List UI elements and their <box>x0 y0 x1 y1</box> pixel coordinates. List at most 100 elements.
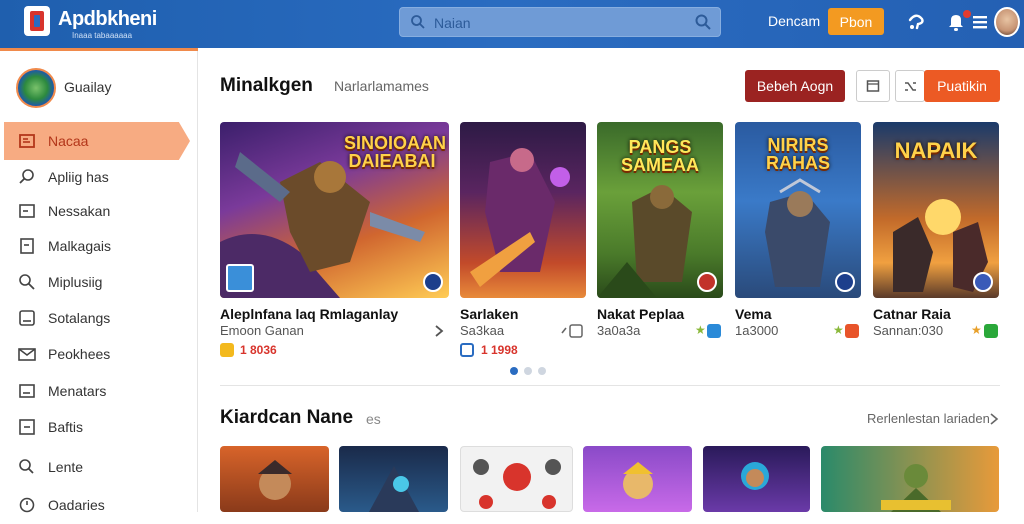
sidebar-item-label: Lente <box>48 459 84 475</box>
sidebar-item-news[interactable]: Nessakan <box>4 192 190 230</box>
sidebar-item-history[interactable]: Oadaries <box>4 486 190 524</box>
profile-name[interactable]: Guailay <box>64 79 111 95</box>
game-title[interactable]: Catnar Raia <box>873 306 951 322</box>
sidebar-item-lente[interactable]: Lente <box>4 448 190 486</box>
app-logo[interactable] <box>24 6 50 36</box>
game-card-art[interactable]: PANGS SAMEAA <box>597 122 723 298</box>
game-card-art[interactable]: NIRIRS RAHAS <box>735 122 861 298</box>
sidebar-item-label: Miplusiig <box>48 274 103 290</box>
game-price: 1 1998 <box>481 343 518 357</box>
game-price: 1 8036 <box>240 343 277 357</box>
sidebar-item-label: Apliig has <box>48 169 109 185</box>
sidebar-item-settings[interactable]: Sotalangs <box>4 299 190 337</box>
user-avatar[interactable] <box>994 7 1020 37</box>
platform-chip-icon <box>845 324 859 338</box>
square-icon <box>19 384 35 398</box>
view-all-link[interactable]: Rerlenlestan lariaden <box>867 411 990 426</box>
section-subtitle: Narlarlamames <box>334 78 429 94</box>
carousel-pagination <box>510 367 546 375</box>
rating-badge <box>423 272 443 292</box>
help-icon[interactable] <box>904 10 928 34</box>
game-title[interactable]: Nakat Peplaa <box>597 306 684 322</box>
game-publisher: Emoon Ganan <box>220 323 304 338</box>
game-tile-art <box>741 462 769 490</box>
search-icon <box>411 15 425 29</box>
rating-badge <box>697 272 717 292</box>
sidebar-item-label: Menatars <box>48 383 107 399</box>
sidebar-item-menus[interactable]: Menatars <box>4 372 190 410</box>
brand-tagline: Inaaa tabaaaaaa <box>72 31 133 40</box>
game-title[interactable]: Aleplnfana laq Rmlaganlay <box>220 306 398 322</box>
game-tile[interactable] <box>460 446 573 512</box>
chevron-right-icon[interactable] <box>989 412 999 426</box>
game-card-art[interactable]: SINOIOAAN DAIEABAI <box>220 122 449 298</box>
rating-badge <box>835 272 855 292</box>
game-tile[interactable] <box>703 446 810 512</box>
square-icon <box>19 310 35 326</box>
game-art-title: PANGS SAMEAA <box>620 137 699 175</box>
chevron-right-icon[interactable] <box>434 324 444 338</box>
sidebar-accent-line <box>0 48 198 51</box>
game-tile-art <box>881 464 951 512</box>
game-art-title: SINOIOAAN DAIEABAI <box>344 133 447 171</box>
game-tile[interactable] <box>220 446 329 512</box>
square-icon <box>19 419 35 435</box>
platform-badge <box>226 264 254 292</box>
sidebar-item-categories[interactable]: Malkagais <box>4 227 190 265</box>
search-input[interactable]: Naian <box>434 15 471 31</box>
star-icon: ★ <box>695 323 706 337</box>
carousel-dot[interactable] <box>510 367 518 375</box>
sidebar-item-home[interactable]: Nacaa <box>4 122 190 160</box>
menu-icon[interactable] <box>968 10 992 34</box>
game-tile-art <box>369 466 419 512</box>
star-icon: ★ <box>833 323 844 337</box>
sidebar-item-apps[interactable]: Apliig has <box>4 158 190 196</box>
game-tile[interactable] <box>583 446 692 512</box>
brand-name[interactable]: Apdbkheni <box>58 8 157 31</box>
sidebar-item-multiplayer[interactable]: Miplusiig <box>4 263 190 301</box>
compare-icon[interactable] <box>560 323 584 339</box>
game-title[interactable]: Sarlaken <box>460 306 518 322</box>
sidebar-item-label: Oadaries <box>48 497 105 513</box>
star-icon: ★ <box>971 323 982 337</box>
game-publisher: 3a0a3a <box>597 323 641 338</box>
window-icon <box>866 80 880 92</box>
carousel-dot[interactable] <box>524 367 532 375</box>
header-link[interactable]: Dencam <box>768 13 820 29</box>
section-title: Minalkgen <box>220 75 313 96</box>
filter-button[interactable] <box>856 70 890 102</box>
carousel-dot[interactable] <box>538 367 546 375</box>
search-icon <box>19 459 34 474</box>
platform-chip-icon <box>460 343 474 357</box>
shuffle-button[interactable] <box>895 70 925 102</box>
game-art-image <box>470 148 570 287</box>
search-bar[interactable]: Naian <box>399 7 721 37</box>
header-button[interactable]: Pbon <box>828 8 884 35</box>
game-card-art[interactable]: NAPAIK <box>873 122 999 298</box>
profile-avatar[interactable] <box>16 68 56 108</box>
sidebar-item-label: Nacaa <box>48 133 89 149</box>
primary-action-button[interactable]: Bebeh Aogn <box>745 70 845 102</box>
top-bar: Apdbkheni Inaaa tabaaaaaa Naian Dencam P… <box>0 0 1024 48</box>
game-tile-art <box>473 459 561 509</box>
game-card-art[interactable] <box>460 122 586 298</box>
rating-badge <box>973 272 993 292</box>
search-icon <box>19 274 35 290</box>
game-title[interactable]: Vema <box>735 306 772 322</box>
section-divider <box>220 385 1000 386</box>
sidebar-item-label: Baftis <box>48 419 84 435</box>
sidebar-item-batches[interactable]: Baftis <box>4 408 190 446</box>
search-submit-icon[interactable] <box>694 13 712 31</box>
game-art-title: NIRIRS RAHAS <box>765 135 830 173</box>
home-icon <box>19 134 35 148</box>
price-chip-icon <box>220 343 234 357</box>
game-tile[interactable] <box>821 446 999 512</box>
sidebar-item-label: Sotalangs <box>48 310 111 326</box>
game-tile[interactable] <box>339 446 448 512</box>
sidebar-item-messages[interactable]: Peokhees <box>4 335 190 373</box>
section-subtitle: es <box>366 411 381 427</box>
game-art-title: NAPAIK <box>894 138 978 163</box>
platform-chip-icon <box>707 324 721 338</box>
sidebar-item-label: Peokhees <box>48 346 111 362</box>
orange-action-button[interactable]: Puatikin <box>924 70 1000 102</box>
